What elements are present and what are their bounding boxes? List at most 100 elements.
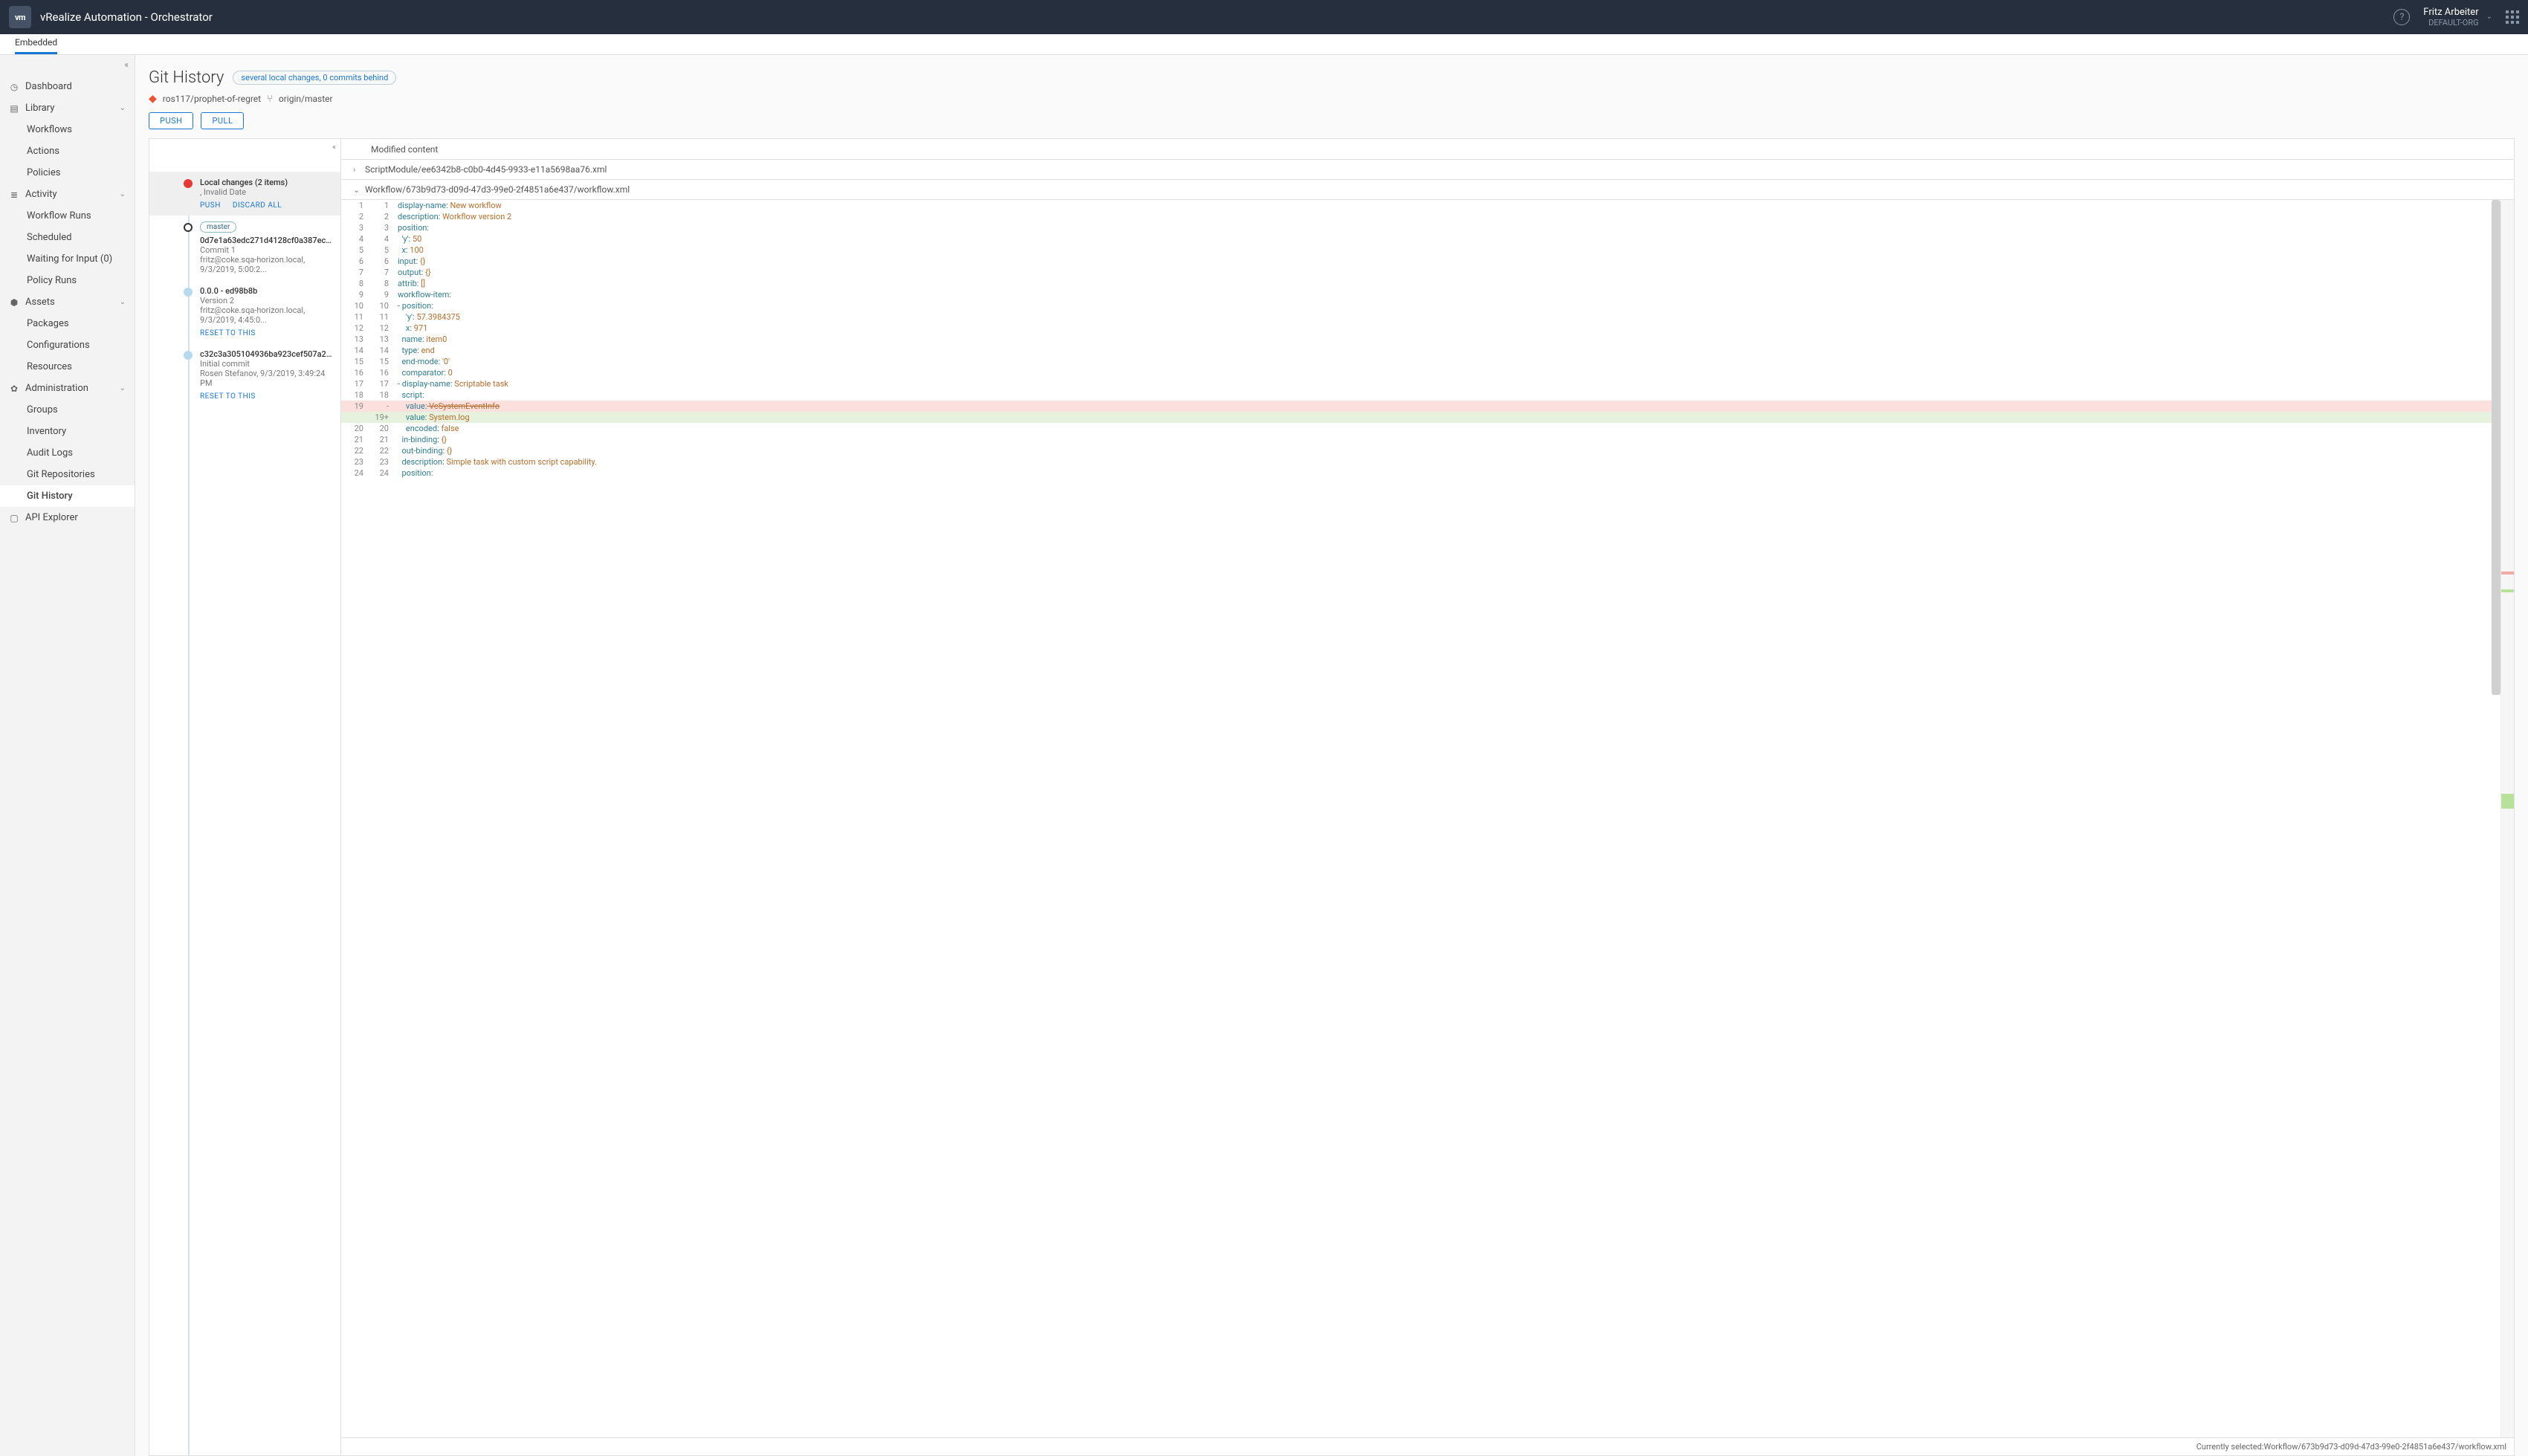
sidebar-item-assets[interactable]: ⬢Assets⌄ (0, 291, 135, 313)
sidebar-item-packages[interactable]: Packages (0, 313, 135, 334)
diff-minimap[interactable] (2500, 200, 2514, 1437)
commit-local-changes[interactable]: Local changes (2 items) , Invalid Date P… (149, 172, 340, 216)
sidebar-item-git-repositories[interactable]: Git Repositories (0, 464, 135, 485)
apps-grid-icon[interactable] (2506, 10, 2519, 24)
diff-line: 2121 in-binding: {} (341, 434, 2514, 445)
diff-line: 22description: Workflow version 2 (341, 211, 2514, 222)
local-changes-dot-icon (184, 179, 193, 188)
help-icon[interactable]: ? (2393, 9, 2410, 25)
sidebar-label: Dashboard (25, 81, 72, 92)
commit-item[interactable]: c32c3a305104936ba923cef507a28e23897fd...… (149, 343, 340, 407)
diff-body[interactable]: 11display-name: New workflow22descriptio… (341, 200, 2514, 1437)
chevron-down-icon: ⌄ (2486, 13, 2492, 22)
commit-dot-icon (184, 288, 193, 297)
sidebar-item-dashboard[interactable]: ◷Dashboard (0, 76, 135, 97)
diff-file-path: Workflow/673b9d73-d09d-47d3-99e0-2f4851a… (365, 184, 630, 195)
diff-line: 44 'y': 50 (341, 233, 2514, 245)
repo-name: ros117/prophet-of-regret (163, 94, 261, 104)
commit-message: Commit 1 (200, 245, 333, 255)
commit-date: , Invalid Date (200, 187, 333, 197)
commit-item[interactable]: 0.0.0 - ed98b8b Version 2 fritz@coke.sqa… (149, 280, 340, 343)
diff-header: Modified content (341, 139, 2514, 160)
chevron-down-icon: ⌄ (120, 298, 126, 306)
pull-button[interactable]: PULL (201, 112, 244, 129)
commit-author-date: fritz@coke.sqa-horizon.local, 9/3/2019, … (200, 255, 333, 274)
sidebar-item-git-history[interactable]: Git History (0, 485, 135, 507)
sidebar-label: Inventory (27, 426, 66, 437)
discard-all-link[interactable]: DISCARD ALL (233, 201, 282, 210)
sidebar-item-policies[interactable]: Policies (0, 162, 135, 184)
sidebar-label: Packages (27, 318, 69, 329)
sidebar-item-administration[interactable]: ✿Administration⌄ (0, 378, 135, 399)
reset-link[interactable]: RESET TO THIS (200, 329, 256, 337)
commit-message: Version 2 (200, 296, 333, 305)
sidebar-item-workflows[interactable]: Workflows (0, 119, 135, 140)
sidebar-label: Policies (27, 167, 60, 178)
diff-line: 1010- position: (341, 300, 2514, 311)
sidebar-label: Workflows (27, 124, 72, 135)
diff-line: 2020 encoded: false (341, 423, 2514, 434)
commit-dot-icon (184, 351, 193, 360)
commit-history-panel: « Local changes (2 items) , Invalid Date… (149, 138, 340, 1456)
push-link[interactable]: PUSH (200, 201, 221, 210)
admin-icon: ✿ (9, 384, 19, 394)
sidebar-item-policy-runs[interactable]: Policy Runs (0, 270, 135, 291)
diff-line: 19+ value: System.log (341, 412, 2514, 423)
assets-icon: ⬢ (9, 297, 19, 308)
sidebar-item-activity[interactable]: ≣Activity⌄ (0, 184, 135, 205)
subtab-bar: Embedded (0, 34, 2528, 55)
reset-link[interactable]: RESET TO THIS (200, 392, 256, 401)
sidebar: « ◷Dashboard ▤Library⌄ Workflows Actions… (0, 55, 135, 1456)
diff-line: 1212 x: 971 (341, 323, 2514, 334)
diff-line: 2323 description: Simple task with custo… (341, 456, 2514, 467)
sidebar-label: Audit Logs (27, 447, 73, 459)
sidebar-item-resources[interactable]: Resources (0, 356, 135, 378)
diff-line: 88attrib: [] (341, 278, 2514, 289)
diff-line: 1717- display-name: Scriptable task (341, 378, 2514, 389)
tab-embedded[interactable]: Embedded (15, 33, 57, 54)
sidebar-item-audit-logs[interactable]: Audit Logs (0, 442, 135, 464)
head-commit-dot-icon (184, 223, 193, 232)
history-collapse-icon[interactable]: « (332, 142, 336, 152)
diff-statusbar: Currently selected: Workflow/673b9d73-d0… (341, 1437, 2514, 1455)
user-menu[interactable]: Fritz Arbeiter DEFAULT-ORG ⌄ (2423, 7, 2492, 28)
sidebar-label: Git Repositories (27, 469, 95, 480)
sidebar-item-api-explorer[interactable]: ▢API Explorer (0, 507, 135, 528)
sidebar-item-actions[interactable]: Actions (0, 140, 135, 162)
diff-file-collapsed[interactable]: › ScriptModule/ee6342b8-c0b0-4d45-9933-e… (341, 160, 2514, 180)
sidebar-item-groups[interactable]: Groups (0, 399, 135, 421)
statusbar-label: Currently selected: (2196, 1442, 2264, 1452)
diff-line: 1414 type: end (341, 345, 2514, 356)
sidebar-item-waiting[interactable]: Waiting for Input (0) (0, 248, 135, 270)
diff-file-expanded[interactable]: ⌄ Workflow/673b9d73-d09d-47d3-99e0-2f485… (341, 180, 2514, 200)
diff-panel: Modified content › ScriptModule/ee6342b8… (340, 138, 2515, 1456)
sidebar-label: Resources (27, 361, 72, 372)
sidebar-label: Waiting for Input (0) (27, 253, 112, 265)
user-name: Fritz Arbeiter (2423, 7, 2478, 19)
diff-line: 2424 position: (341, 467, 2514, 479)
api-icon: ▢ (9, 513, 19, 523)
sidebar-label: Groups (27, 404, 58, 415)
commit-title: Local changes (2 items) (200, 178, 333, 187)
sidebar-item-inventory[interactable]: Inventory (0, 421, 135, 442)
scrollbar-thumb[interactable] (2492, 200, 2500, 695)
statusbar-path: Workflow/673b9d73-d09d-47d3-99e0-2f4851a… (2264, 1442, 2507, 1452)
status-badge: several local changes, 0 commits behind (233, 71, 396, 85)
sidebar-collapse-icon[interactable]: « (124, 59, 129, 70)
sidebar-item-configurations[interactable]: Configurations (0, 334, 135, 356)
commit-author-date: fritz@coke.sqa-horizon.local, 9/3/2019, … (200, 305, 333, 325)
vmware-logo: vm (9, 6, 31, 28)
sidebar-item-scheduled[interactable]: Scheduled (0, 227, 135, 248)
sidebar-item-workflow-runs[interactable]: Workflow Runs (0, 205, 135, 227)
commit-item[interactable]: master 0d7e1a63edc271d4128cf0a387ecd4808… (149, 216, 340, 280)
chevron-down-icon: ⌄ (120, 384, 126, 392)
diff-line: 2222 out-binding: {} (341, 445, 2514, 456)
sidebar-label: Configurations (27, 340, 90, 351)
diff-line: 99workflow-item: (341, 289, 2514, 300)
library-icon: ▤ (9, 103, 19, 114)
diff-file-path: ScriptModule/ee6342b8-c0b0-4d45-9933-e11… (365, 164, 607, 175)
sidebar-item-library[interactable]: ▤Library⌄ (0, 97, 135, 119)
sidebar-label: Policy Runs (27, 275, 77, 286)
diff-line: 1515 end-mode: '0' (341, 356, 2514, 367)
push-button[interactable]: PUSH (149, 112, 193, 129)
